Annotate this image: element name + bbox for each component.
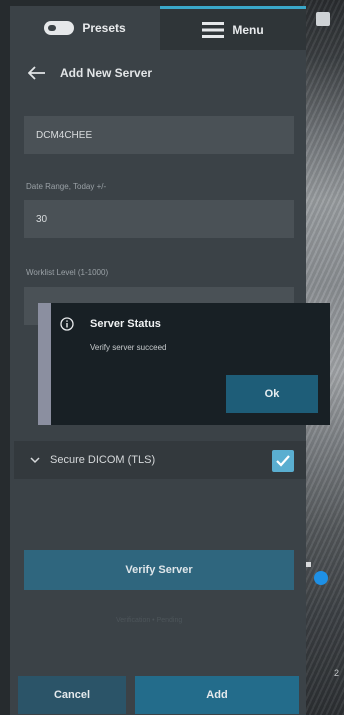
page-title: Add New Server [60,66,153,80]
tab-presets-label: Presets [82,21,126,35]
cancel-button[interactable]: Cancel [18,676,126,714]
server-name-field[interactable] [24,116,294,154]
page-header: Add New Server [28,62,152,84]
app-frame: 2 Presets Menu Add New Server Date Range… [0,0,344,715]
image-control-icon[interactable] [316,12,330,26]
add-button[interactable]: Add [135,676,299,714]
dialog-title: Server Status [90,318,161,330]
server-name-input[interactable] [34,128,284,142]
secure-dicom-checkbox[interactable] [272,450,294,472]
secure-dicom-row[interactable]: Secure DICOM (TLS) [14,441,306,479]
tab-presets[interactable]: Presets [10,6,160,50]
checkmark-icon [276,455,290,467]
date-range-label: Date Range, Today +/- [26,182,107,191]
tab-menu-label: Menu [232,22,264,37]
max-level-label: Worklist Level (1-1000) [26,268,109,277]
top-tabs: Presets Menu [10,6,306,50]
verification-hint: Verification • Pending [116,617,183,624]
hamburger-icon [202,21,225,38]
date-range-field[interactable] [24,200,294,238]
verify-server-button[interactable]: Verify Server [24,550,294,590]
server-status-dialog: Server Status Verify server succeed Ok [51,303,330,425]
dialog-message: Verify server succeed [90,343,167,352]
probe-icon [44,21,75,35]
focus-marker[interactable] [314,571,328,585]
date-range-input[interactable] [34,212,284,226]
chevron-down-icon [30,457,40,464]
tab-menu[interactable]: Menu [160,6,306,50]
dialog-ok-button[interactable]: Ok [226,375,318,413]
caliper-marker [306,562,311,567]
dialog-accent-bar [38,303,51,425]
arrow-left-icon[interactable] [28,66,46,80]
depth-readout: 2 [334,668,340,678]
secure-dicom-label: Secure DICOM (TLS) [50,454,156,466]
info-circle-icon [60,317,74,331]
